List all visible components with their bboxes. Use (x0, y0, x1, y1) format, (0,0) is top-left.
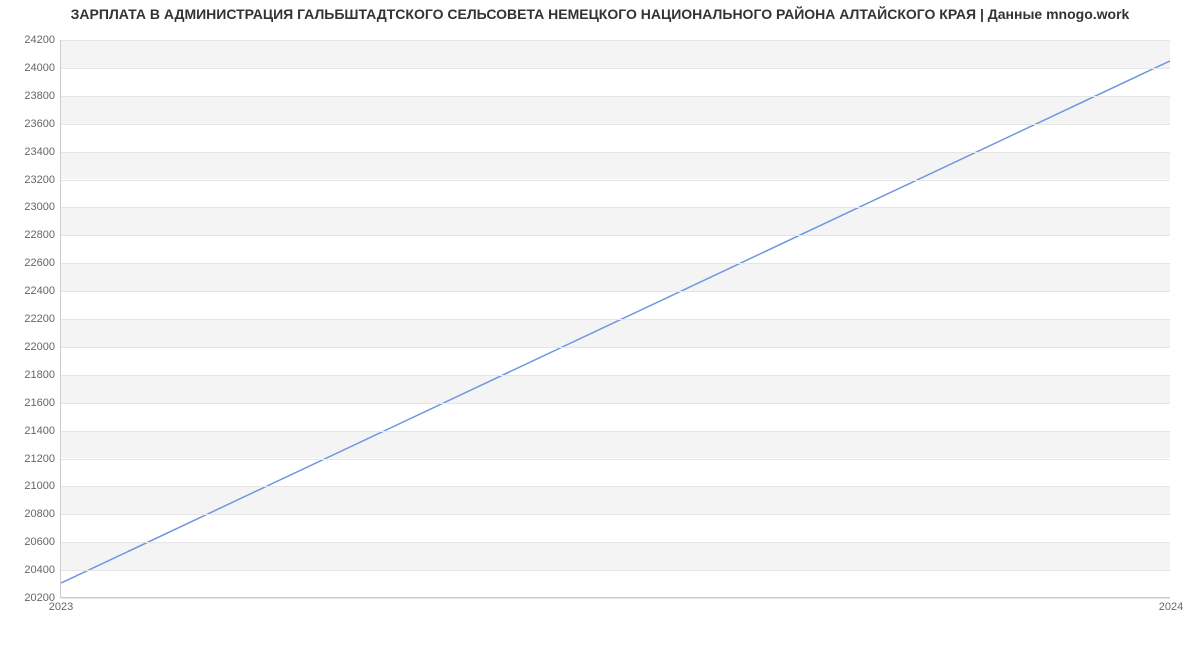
y-tick-label: 21400 (24, 425, 61, 437)
gridline (61, 207, 1170, 208)
chart-container: ЗАРПЛАТА В АДМИНИСТРАЦИЯ ГАЛЬБШТАДТСКОГО… (0, 0, 1200, 620)
gridline (61, 570, 1170, 571)
y-tick-label: 22000 (24, 341, 61, 353)
gridline (61, 486, 1170, 487)
plot-area: 2020020400206002080021000212002140021600… (60, 40, 1170, 598)
y-tick-label: 20400 (24, 564, 61, 576)
gridline (61, 263, 1170, 264)
gridline (61, 68, 1170, 69)
y-tick-label: 20800 (24, 508, 61, 520)
gridline (61, 347, 1170, 348)
gridline (61, 375, 1170, 376)
x-tick-label: 2024 (1159, 597, 1183, 613)
y-tick-label: 22200 (24, 313, 61, 325)
y-tick-label: 22400 (24, 285, 61, 297)
gridline (61, 40, 1170, 41)
gridline (61, 542, 1170, 543)
y-tick-label: 23000 (24, 201, 61, 213)
y-tick-label: 23600 (24, 118, 61, 130)
y-tick-label: 21000 (24, 480, 61, 492)
gridline (61, 152, 1170, 153)
y-tick-label: 23800 (24, 90, 61, 102)
y-tick-label: 22800 (24, 229, 61, 241)
gridline (61, 124, 1170, 125)
gridline (61, 514, 1170, 515)
y-tick-label: 22600 (24, 257, 61, 269)
gridline (61, 403, 1170, 404)
gridline (61, 459, 1170, 460)
gridline (61, 319, 1170, 320)
y-tick-label: 23400 (24, 146, 61, 158)
x-tick-label: 2023 (49, 597, 73, 613)
series-line (61, 61, 1170, 583)
gridline (61, 598, 1170, 599)
gridline (61, 180, 1170, 181)
y-tick-label: 20600 (24, 536, 61, 548)
y-tick-label: 21600 (24, 397, 61, 409)
chart-title: ЗАРПЛАТА В АДМИНИСТРАЦИЯ ГАЛЬБШТАДТСКОГО… (0, 6, 1200, 22)
gridline (61, 96, 1170, 97)
y-tick-label: 21200 (24, 453, 61, 465)
y-tick-label: 24000 (24, 62, 61, 74)
gridline (61, 235, 1170, 236)
y-tick-label: 23200 (24, 174, 61, 186)
y-tick-label: 24200 (24, 34, 61, 46)
gridline (61, 291, 1170, 292)
gridline (61, 431, 1170, 432)
y-tick-label: 21800 (24, 369, 61, 381)
